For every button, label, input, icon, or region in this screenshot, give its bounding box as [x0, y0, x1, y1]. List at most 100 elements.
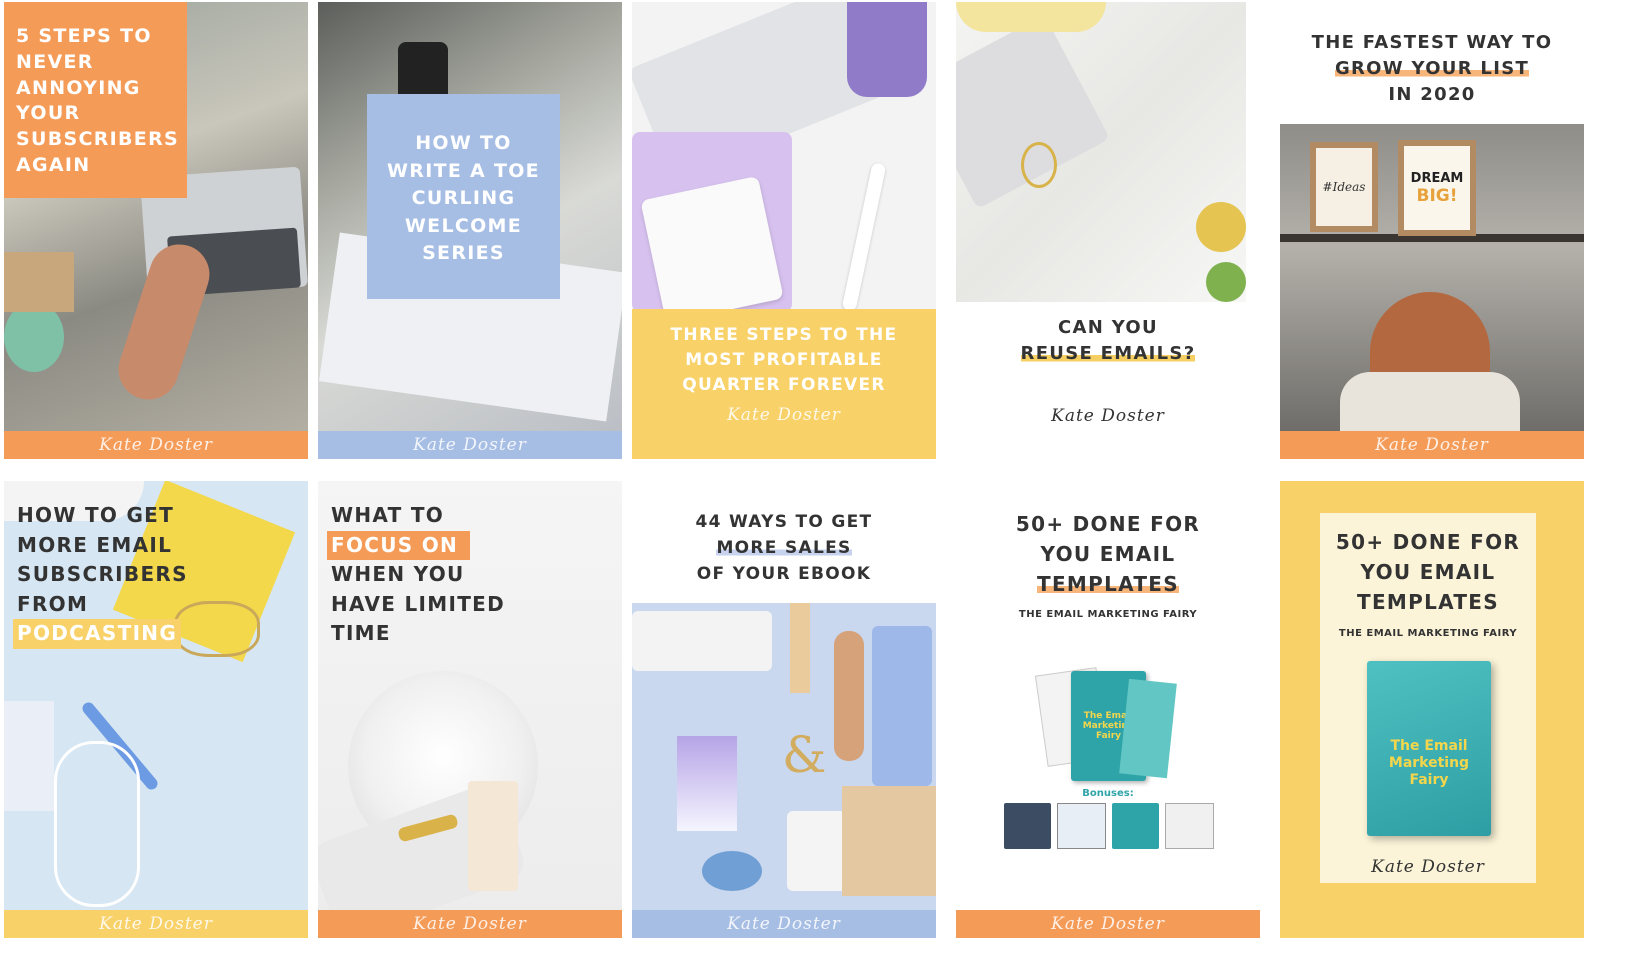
footer-bar: Kate Doster: [4, 910, 308, 938]
keyboard-photo: [632, 611, 772, 671]
watercolor-card-photo: [677, 736, 737, 831]
title-box: 5 STEPS TO NEVER ANNOYING YOUR SUBSCRIBE…: [4, 2, 187, 198]
title-line-highlighted: TEMPLATES: [1037, 572, 1179, 596]
mug-photo: [847, 2, 927, 97]
title-line: CAN YOU: [1058, 317, 1158, 338]
title-line: YOU EMAIL: [1360, 560, 1496, 584]
pin-card-welcome-series[interactable]: HOW TO WRITE A TOE CURLING WELCOME SERIE…: [318, 2, 622, 459]
pin-card-podcasting[interactable]: HOW TO GET MORE EMAIL SUBSCRIBERS FROM P…: [4, 481, 308, 938]
ampersand-photo: &: [782, 726, 827, 784]
frame-text: BIG!: [1416, 185, 1458, 206]
title-line: CURLING: [411, 187, 516, 209]
signature: Kate Doster: [99, 914, 213, 934]
pin-card-grow-your-list[interactable]: THE FASTEST WAY TO GROW YOUR LIST IN 202…: [1280, 2, 1584, 459]
title-line: WHAT TO: [331, 503, 445, 527]
thermos-photo: [398, 42, 448, 102]
calculator-photo: [787, 811, 847, 891]
title-line: AGAIN: [16, 153, 91, 176]
title-line: OF YOUR EBOOK: [696, 564, 872, 584]
signature: Kate Doster: [727, 914, 841, 934]
title-line: 44 WAYS TO GET: [695, 512, 873, 532]
title-line: HOW TO: [415, 132, 512, 154]
title-line: QUARTER FOREVER: [682, 375, 886, 395]
title-line-highlighted: FOCUS ON: [327, 530, 505, 560]
title-box: HOW TO WRITE A TOE CURLING WELCOME SERIE…: [367, 94, 560, 299]
footer-bar: Kate Doster: [1280, 431, 1584, 459]
title-line-highlighted: MORE SALES: [716, 538, 852, 558]
footer-bar: Kate Doster: [632, 910, 936, 938]
signature: Kate Doster: [1371, 857, 1485, 877]
title-line: 5 STEPS TO: [16, 25, 152, 47]
title-line: NEVER: [16, 50, 94, 73]
frame-text: DREAM: [1410, 170, 1464, 186]
gift-box-photo: [4, 252, 74, 312]
tattooed-hand-photo: [110, 236, 218, 408]
title-line: YOUR: [16, 102, 81, 125]
footer-bar: Kate Doster: [318, 431, 622, 459]
scissors-photo: [1021, 142, 1057, 188]
title-line-highlighted: REUSE EMAILS?: [1020, 343, 1196, 364]
pin-card-reuse-emails[interactable]: CAN YOU REUSE EMAILS? Kate Doster: [956, 2, 1260, 459]
dream-big-frame: DREAM BIG!: [1398, 140, 1476, 236]
signature: Kate Doster: [413, 914, 527, 934]
ruler-photo: [790, 603, 810, 693]
signature: Kate Doster: [413, 435, 527, 455]
signature: Kate Doster: [1375, 435, 1489, 455]
title-line: WHEN YOU: [331, 562, 465, 586]
notebook-photo: [872, 626, 932, 786]
calculator-photo: [640, 175, 784, 324]
title-line: THE FASTEST WAY TO: [1311, 32, 1553, 53]
pin-card-ebook-sales[interactable]: 44 WAYS TO GET MORE SALES OF YOUR EBOOK …: [632, 481, 936, 938]
title-box: THREE STEPS TO THE MOST PROFITABLE QUART…: [632, 309, 936, 459]
turtle-dish-photo: [1196, 202, 1246, 252]
signature: Kate Doster: [1051, 406, 1165, 426]
flowers-photo: [956, 2, 1106, 32]
title-line: THREE STEPS TO THE: [670, 325, 898, 345]
pin-card-profitable-quarter[interactable]: THREE STEPS TO THE MOST PROFITABLE QUART…: [632, 2, 936, 459]
title-line: YOU EMAIL: [1040, 542, 1176, 566]
pin-card-never-annoying[interactable]: 5 STEPS TO NEVER ANNOYING YOUR SUBSCRIBE…: [4, 2, 308, 459]
pin-card-email-templates-yellow[interactable]: 50+ DONE FOR YOU EMAIL TEMPLATES THE EMA…: [1280, 481, 1584, 938]
signature: Kate Doster: [1051, 914, 1165, 934]
washi-tape-photo: [4, 701, 54, 811]
title-line: HOW TO GET: [17, 503, 175, 527]
title-line: ANNOYING: [16, 76, 141, 99]
frame-text: #Ideas: [1322, 180, 1366, 194]
pin-card-limited-time[interactable]: WHAT TO FOCUS ON WHEN YOU HAVE LIMITED T…: [318, 481, 622, 938]
title-line: HAVE LIMITED: [331, 591, 505, 616]
computer-mockups: [1004, 803, 1214, 849]
title-line: FROM: [17, 591, 89, 616]
book-cover: The Email Marketing Fairy: [1367, 661, 1491, 836]
title-line: SERIES: [422, 242, 505, 264]
title-line-highlighted: PODCASTING: [13, 619, 188, 649]
book-cover-back: [1119, 678, 1177, 779]
title-line: MORE EMAIL: [17, 532, 173, 557]
title-line: SUBSCRIBERS: [16, 128, 179, 151]
ribbon-spool-photo: [4, 302, 64, 372]
shirt-photo: [1340, 372, 1520, 432]
bonuses-label: Bonuses:: [1082, 788, 1134, 799]
title-line: TEMPLATES: [1357, 590, 1499, 614]
title-line: 50+ DONE FOR: [1015, 512, 1201, 536]
dish-photo: [702, 851, 762, 891]
ideas-frame: #Ideas: [1310, 142, 1378, 232]
book-title: The Email Marketing Fairy: [1388, 738, 1470, 788]
title-line: MOST PROFITABLE: [685, 350, 883, 370]
candle-photo: [468, 781, 518, 891]
pin-card-email-templates[interactable]: 50+ DONE FOR YOU EMAIL TEMPLATES THE EMA…: [956, 481, 1260, 938]
watch-photo: [834, 631, 864, 761]
signature: Kate Doster: [727, 405, 841, 425]
title-line: IN 2020: [1388, 84, 1476, 105]
footer-bar: Kate Doster: [4, 431, 308, 459]
signature: Kate Doster: [99, 435, 213, 455]
title-line: WRITE A TOE: [387, 159, 540, 182]
title-line: WELCOME: [404, 214, 523, 237]
footer-bar: Kate Doster: [956, 910, 1260, 938]
title-line-highlighted: GROW YOUR LIST: [1334, 58, 1530, 79]
title-line: SUBSCRIBERS: [17, 562, 188, 586]
subtitle: THE EMAIL MARKETING FAIRY: [1018, 609, 1198, 620]
subtitle: THE EMAIL MARKETING FAIRY: [1338, 628, 1518, 639]
woven-placemat-photo: [842, 786, 936, 896]
earphones-photo: [54, 741, 140, 907]
pin-grid: 5 STEPS TO NEVER ANNOYING YOUR SUBSCRIBE…: [0, 0, 1649, 962]
